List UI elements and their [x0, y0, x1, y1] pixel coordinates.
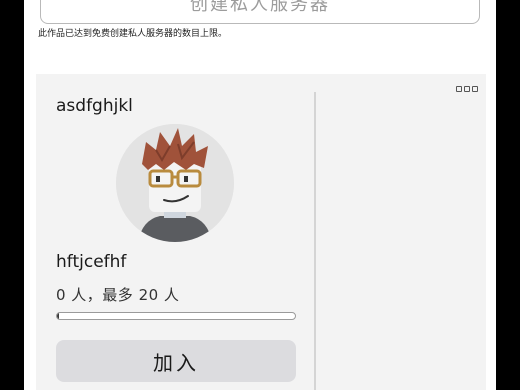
page-panel: 创建私人服务器 此作品已达到免费创建私人服务器的数目上限。 asdfghjkl	[24, 0, 496, 390]
create-private-server-button[interactable]: 创建私人服务器	[40, 0, 480, 24]
more-options-icon[interactable]	[456, 86, 478, 92]
card-divider	[314, 92, 316, 390]
capacity-progress-fill	[57, 313, 59, 319]
player-avatar[interactable]	[116, 124, 234, 242]
server-card: asdfghjkl hftjcefhf 0 人，最多 20 人 加入	[36, 74, 486, 390]
capacity-progress-bar	[56, 312, 296, 320]
create-private-server-label: 创建私人服务器	[190, 0, 330, 15]
join-button-label: 加入	[153, 350, 199, 375]
server-name: asdfghjkl	[56, 96, 133, 116]
owner-name[interactable]: hftjcefhf	[56, 252, 126, 272]
join-button[interactable]: 加入	[56, 340, 296, 382]
limit-note: 此作品已达到免费创建私人服务器的数目上限。	[38, 29, 228, 39]
avatar-image	[116, 124, 234, 242]
player-capacity: 0 人，最多 20 人	[56, 286, 180, 304]
